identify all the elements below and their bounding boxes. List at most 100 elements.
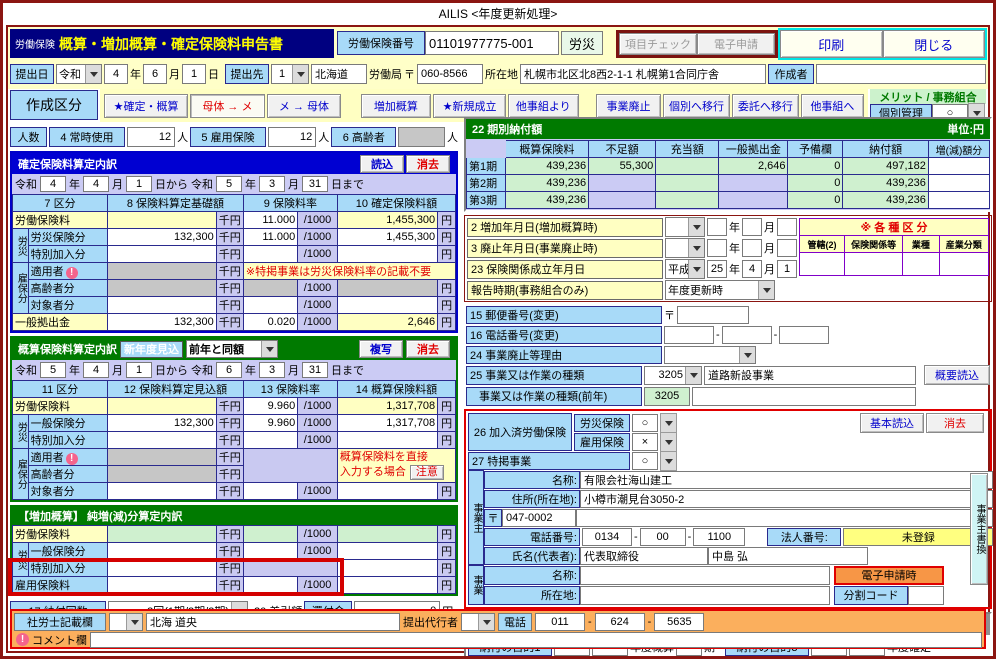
r3-month-field[interactable]: [742, 239, 762, 257]
zip-field[interactable]: 060-8566: [417, 64, 483, 84]
table-cell[interactable]: 1,317,708: [336, 397, 439, 415]
r2-day-field[interactable]: [777, 218, 797, 236]
dropdown-arrow-icon[interactable]: [261, 341, 277, 357]
table-cell[interactable]: 11.000: [242, 211, 299, 229]
gaisan-clear-button[interactable]: 消去: [406, 340, 450, 358]
chui-button[interactable]: 注意: [409, 464, 444, 480]
dropdown-arrow-icon[interactable]: [660, 450, 677, 471]
table-cell[interactable]: 1,455,300: [336, 211, 439, 229]
mikomi-select[interactable]: 前年と同額: [186, 340, 278, 358]
table-cell[interactable]: 1,317,708: [336, 414, 439, 432]
print-button[interactable]: 印刷: [780, 30, 883, 58]
r23-year-field[interactable]: 25: [707, 260, 727, 278]
table-cell[interactable]: [107, 296, 217, 314]
table-cell[interactable]: [242, 542, 299, 560]
table-cell[interactable]: 0: [787, 157, 844, 175]
sharoushi-select[interactable]: [109, 612, 143, 631]
submit-day-field[interactable]: 1: [182, 64, 206, 84]
kubun-shinki-button[interactable]: ★新規成立: [433, 93, 506, 118]
r16-tel3-field[interactable]: [779, 325, 830, 344]
table-cell[interactable]: [242, 296, 299, 314]
table-cell[interactable]: 497,182: [842, 157, 929, 175]
table-cell[interactable]: [336, 296, 439, 314]
owner-rep1-field[interactable]: 代表取締役: [580, 546, 708, 565]
period-m2[interactable]: 3: [259, 176, 285, 192]
table-cell[interactable]: [242, 245, 299, 263]
table-cell[interactable]: 439,236: [504, 157, 590, 175]
table-cell[interactable]: 439,236: [842, 174, 929, 192]
table-cell[interactable]: [107, 482, 217, 500]
submit-year-field[interactable]: 4: [104, 64, 128, 84]
table-cell[interactable]: [336, 559, 439, 577]
dropdown-arrow-icon[interactable]: [478, 613, 494, 630]
submit-era-select[interactable]: 令和: [56, 64, 102, 84]
submit-month-field[interactable]: 6: [143, 64, 167, 84]
table-cell[interactable]: [107, 559, 217, 577]
r16-tel2-field[interactable]: [721, 325, 772, 344]
period-m2[interactable]: 3: [259, 362, 285, 378]
table-cell[interactable]: 132,300: [107, 228, 217, 246]
period-y1[interactable]: 5: [40, 362, 66, 378]
r2-month-field[interactable]: [742, 218, 762, 236]
table-cell[interactable]: [107, 245, 217, 263]
table-cell[interactable]: 132,300: [107, 414, 217, 432]
table-cell[interactable]: 2,646: [718, 157, 789, 175]
table-cell[interactable]: [336, 482, 439, 500]
item-check-button[interactable]: 項目チェック: [619, 33, 697, 55]
kubun-tajikumi-e-button[interactable]: 他事組へ: [800, 93, 864, 118]
owner-tel1[interactable]: 0134: [582, 527, 632, 546]
owner-addr2-field[interactable]: [576, 508, 993, 527]
kubun-itaku-button[interactable]: 委託へ移行: [731, 93, 799, 118]
table-cell[interactable]: [336, 245, 439, 263]
insurance-number-field[interactable]: 01101977775-001: [425, 31, 559, 55]
dropdown-arrow-icon[interactable]: [758, 281, 774, 299]
f5-value[interactable]: 12: [267, 127, 317, 147]
e-apply-button[interactable]: 電子申請: [697, 33, 775, 55]
table-cell[interactable]: 11.000: [242, 228, 299, 246]
table-cell[interactable]: 0: [787, 191, 844, 209]
kakushu-cell[interactable]: [903, 253, 940, 275]
close-button[interactable]: 閉じる: [882, 30, 985, 58]
table-cell[interactable]: [336, 542, 439, 560]
owner-rewrite-button[interactable]: 事業主書換: [970, 473, 988, 585]
table-cell[interactable]: [107, 431, 217, 449]
r2-era-select[interactable]: [665, 217, 705, 237]
table-cell[interactable]: 439,236: [504, 191, 590, 209]
r2-year-field[interactable]: [707, 218, 727, 236]
f4-value[interactable]: 12: [126, 127, 176, 147]
table-cell[interactable]: 55,300: [588, 157, 657, 175]
dropdown-arrow-icon[interactable]: [126, 613, 142, 630]
owner-tel2[interactable]: 00: [639, 527, 686, 546]
kubun-botai-me-button[interactable]: 母体 → メ: [190, 93, 265, 118]
kihon-button[interactable]: 基本読込: [860, 412, 924, 433]
period-m1[interactable]: 4: [83, 362, 109, 378]
r25-name2-field[interactable]: [692, 386, 916, 406]
r25-name-field[interactable]: 道路新設事業: [704, 365, 916, 385]
dropdown-arrow-icon[interactable]: [685, 366, 701, 384]
dest-no-select[interactable]: 1: [271, 64, 309, 84]
owner-addr-field[interactable]: 小樽市潮見台3050-2: [580, 489, 993, 508]
kakushu-cell[interactable]: [939, 253, 988, 275]
table-cell[interactable]: [107, 576, 217, 594]
table-cell[interactable]: [655, 191, 720, 209]
table-cell[interactable]: 2,646: [336, 313, 439, 331]
rousai-hoken-value[interactable]: ○: [632, 413, 658, 432]
period-d1[interactable]: 1: [126, 362, 152, 378]
table-cell[interactable]: [655, 157, 720, 175]
table-cell[interactable]: [107, 397, 217, 415]
table-cell[interactable]: 9.960: [242, 414, 299, 432]
gaisan-copy-button[interactable]: 複写: [359, 340, 403, 358]
kubun-kobetsu-button[interactable]: 個別へ移行: [663, 93, 730, 118]
dropdown-arrow-icon[interactable]: [688, 260, 704, 278]
r23-day-field[interactable]: 1: [777, 260, 797, 278]
dest-name-field[interactable]: 北海道: [311, 64, 367, 84]
table-cell[interactable]: 9.960: [242, 397, 299, 415]
r25-code-select[interactable]: 3205: [644, 365, 702, 385]
kubun-kakutei-gaisan-button[interactable]: ★確定・概算: [104, 93, 189, 118]
table-cell[interactable]: 1,455,300: [336, 228, 439, 246]
author-field[interactable]: [816, 64, 986, 84]
table-cell[interactable]: [927, 191, 991, 209]
dropdown-arrow-icon[interactable]: [292, 65, 308, 83]
table-cell[interactable]: [242, 431, 299, 449]
table-cell[interactable]: [242, 576, 299, 594]
